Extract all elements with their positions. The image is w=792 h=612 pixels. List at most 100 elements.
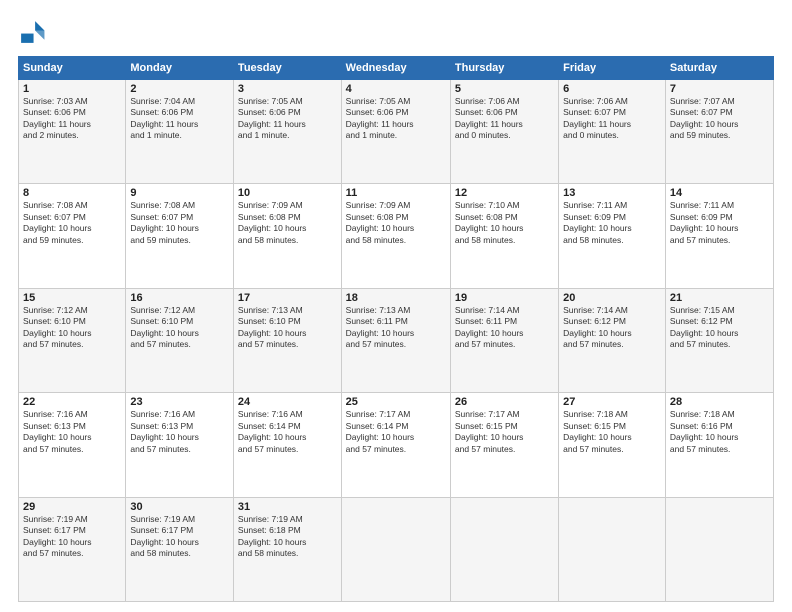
day-cell: 27Sunrise: 7:18 AMSunset: 6:15 PMDayligh… [559,393,666,497]
day-cell [450,497,558,601]
day-number: 20 [563,292,661,304]
logo-icon [18,18,46,46]
day-cell: 26Sunrise: 7:17 AMSunset: 6:15 PMDayligh… [450,393,558,497]
day-info: Sunrise: 7:05 AMSunset: 6:06 PMDaylight:… [238,96,337,142]
day-cell: 29Sunrise: 7:19 AMSunset: 6:17 PMDayligh… [19,497,126,601]
day-cell: 1Sunrise: 7:03 AMSunset: 6:06 PMDaylight… [19,80,126,184]
day-number: 7 [670,83,769,95]
day-info: Sunrise: 7:07 AMSunset: 6:07 PMDaylight:… [670,96,769,142]
day-cell: 5Sunrise: 7:06 AMSunset: 6:06 PMDaylight… [450,80,558,184]
calendar-table: SundayMondayTuesdayWednesdayThursdayFrid… [18,56,774,602]
day-number: 6 [563,83,661,95]
day-cell: 22Sunrise: 7:16 AMSunset: 6:13 PMDayligh… [19,393,126,497]
week-row-4: 22Sunrise: 7:16 AMSunset: 6:13 PMDayligh… [19,393,774,497]
day-cell: 31Sunrise: 7:19 AMSunset: 6:18 PMDayligh… [233,497,341,601]
day-number: 2 [130,83,229,95]
day-number: 23 [130,396,229,408]
weekday-header-row: SundayMondayTuesdayWednesdayThursdayFrid… [19,57,774,80]
day-cell: 12Sunrise: 7:10 AMSunset: 6:08 PMDayligh… [450,184,558,288]
day-number: 28 [670,396,769,408]
weekday-header-tuesday: Tuesday [233,57,341,80]
week-row-5: 29Sunrise: 7:19 AMSunset: 6:17 PMDayligh… [19,497,774,601]
day-info: Sunrise: 7:12 AMSunset: 6:10 PMDaylight:… [130,305,229,351]
day-cell: 6Sunrise: 7:06 AMSunset: 6:07 PMDaylight… [559,80,666,184]
weekday-header-saturday: Saturday [665,57,773,80]
day-cell: 28Sunrise: 7:18 AMSunset: 6:16 PMDayligh… [665,393,773,497]
day-number: 4 [346,83,446,95]
day-cell: 21Sunrise: 7:15 AMSunset: 6:12 PMDayligh… [665,288,773,392]
day-cell: 24Sunrise: 7:16 AMSunset: 6:14 PMDayligh… [233,393,341,497]
day-cell: 17Sunrise: 7:13 AMSunset: 6:10 PMDayligh… [233,288,341,392]
day-info: Sunrise: 7:06 AMSunset: 6:06 PMDaylight:… [455,96,554,142]
day-number: 8 [23,187,121,199]
day-cell [341,497,450,601]
day-number: 1 [23,83,121,95]
day-number: 14 [670,187,769,199]
day-info: Sunrise: 7:19 AMSunset: 6:17 PMDaylight:… [23,514,121,560]
day-number: 22 [23,396,121,408]
day-info: Sunrise: 7:08 AMSunset: 6:07 PMDaylight:… [130,200,229,246]
week-row-1: 1Sunrise: 7:03 AMSunset: 6:06 PMDaylight… [19,80,774,184]
day-cell: 8Sunrise: 7:08 AMSunset: 6:07 PMDaylight… [19,184,126,288]
week-row-2: 8Sunrise: 7:08 AMSunset: 6:07 PMDaylight… [19,184,774,288]
day-cell: 15Sunrise: 7:12 AMSunset: 6:10 PMDayligh… [19,288,126,392]
day-info: Sunrise: 7:11 AMSunset: 6:09 PMDaylight:… [563,200,661,246]
day-info: Sunrise: 7:16 AMSunset: 6:13 PMDaylight:… [130,409,229,455]
day-number: 29 [23,501,121,513]
day-number: 5 [455,83,554,95]
day-cell: 4Sunrise: 7:05 AMSunset: 6:06 PMDaylight… [341,80,450,184]
day-info: Sunrise: 7:14 AMSunset: 6:12 PMDaylight:… [563,305,661,351]
day-info: Sunrise: 7:10 AMSunset: 6:08 PMDaylight:… [455,200,554,246]
week-row-3: 15 Sunrise: 7:12 AMSunset: 6:10 PMDayligh… [19,288,774,392]
day-number: 27 [563,396,661,408]
weekday-header-wednesday: Wednesday [341,57,450,80]
day-number: 26 [455,396,554,408]
day-number: 13 [563,187,661,199]
day-number: 12 [455,187,554,199]
day-cell: 13Sunrise: 7:11 AMSunset: 6:09 PMDayligh… [559,184,666,288]
day-cell: 2Sunrise: 7:04 AMSunset: 6:06 PMDaylight… [126,80,234,184]
day-info: Sunrise: 7:06 AMSunset: 6:07 PMDaylight:… [563,96,661,142]
day-number: 19 [455,292,554,304]
day-number: 11 [346,187,446,199]
day-number: 3 [238,83,337,95]
day-info: Sunrise: 7:13 AMSunset: 6:11 PMDaylight:… [346,305,446,351]
day-info: Sunrise: 7:14 AMSunset: 6:11 PMDaylight:… [455,305,554,351]
day-cell: 3Sunrise: 7:05 AMSunset: 6:06 PMDaylight… [233,80,341,184]
day-info: Sunrise: 7:11 AMSunset: 6:09 PMDaylight:… [670,200,769,246]
page: SundayMondayTuesdayWednesdayThursdayFrid… [0,0,792,612]
day-number: 24 [238,396,337,408]
day-number: 15 [23,292,121,304]
day-info: Sunrise: 7:04 AMSunset: 6:06 PMDaylight:… [130,96,229,142]
day-cell: 10Sunrise: 7:09 AMSunset: 6:08 PMDayligh… [233,184,341,288]
day-cell: 20Sunrise: 7:14 AMSunset: 6:12 PMDayligh… [559,288,666,392]
day-number: 10 [238,187,337,199]
day-cell: 16Sunrise: 7:12 AMSunset: 6:10 PMDayligh… [126,288,234,392]
day-info: Sunrise: 7:17 AMSunset: 6:15 PMDaylight:… [455,409,554,455]
day-cell [559,497,666,601]
day-number: 25 [346,396,446,408]
day-info: Sunrise: 7:13 AMSunset: 6:10 PMDaylight:… [238,305,337,351]
weekday-header-monday: Monday [126,57,234,80]
day-number: 16 [130,292,229,304]
day-cell: 18Sunrise: 7:13 AMSunset: 6:11 PMDayligh… [341,288,450,392]
day-info: Sunrise: 7:16 AMSunset: 6:13 PMDaylight:… [23,409,121,455]
day-info: Sunrise: 7:03 AMSunset: 6:06 PMDaylight:… [23,96,121,142]
day-cell: 19Sunrise: 7:14 AMSunset: 6:11 PMDayligh… [450,288,558,392]
header [18,18,774,46]
day-cell: 25Sunrise: 7:17 AMSunset: 6:14 PMDayligh… [341,393,450,497]
day-info: Sunrise: 7:18 AMSunset: 6:16 PMDaylight:… [670,409,769,455]
day-cell: 11Sunrise: 7:09 AMSunset: 6:08 PMDayligh… [341,184,450,288]
day-info: Sunrise: 7:08 AMSunset: 6:07 PMDaylight:… [23,200,121,246]
day-cell: 14Sunrise: 7:11 AMSunset: 6:09 PMDayligh… [665,184,773,288]
day-info: Sunrise: 7:05 AMSunset: 6:06 PMDaylight:… [346,96,446,142]
day-number: 30 [130,501,229,513]
day-cell: 7Sunrise: 7:07 AMSunset: 6:07 PMDaylight… [665,80,773,184]
day-info: Sunrise: 7:19 AMSunset: 6:18 PMDaylight:… [238,514,337,560]
weekday-header-friday: Friday [559,57,666,80]
logo [18,18,48,46]
weekday-header-sunday: Sunday [19,57,126,80]
day-cell: 23Sunrise: 7:16 AMSunset: 6:13 PMDayligh… [126,393,234,497]
day-number: 9 [130,187,229,199]
day-info: Sunrise: 7:15 AMSunset: 6:12 PMDaylight:… [670,305,769,351]
